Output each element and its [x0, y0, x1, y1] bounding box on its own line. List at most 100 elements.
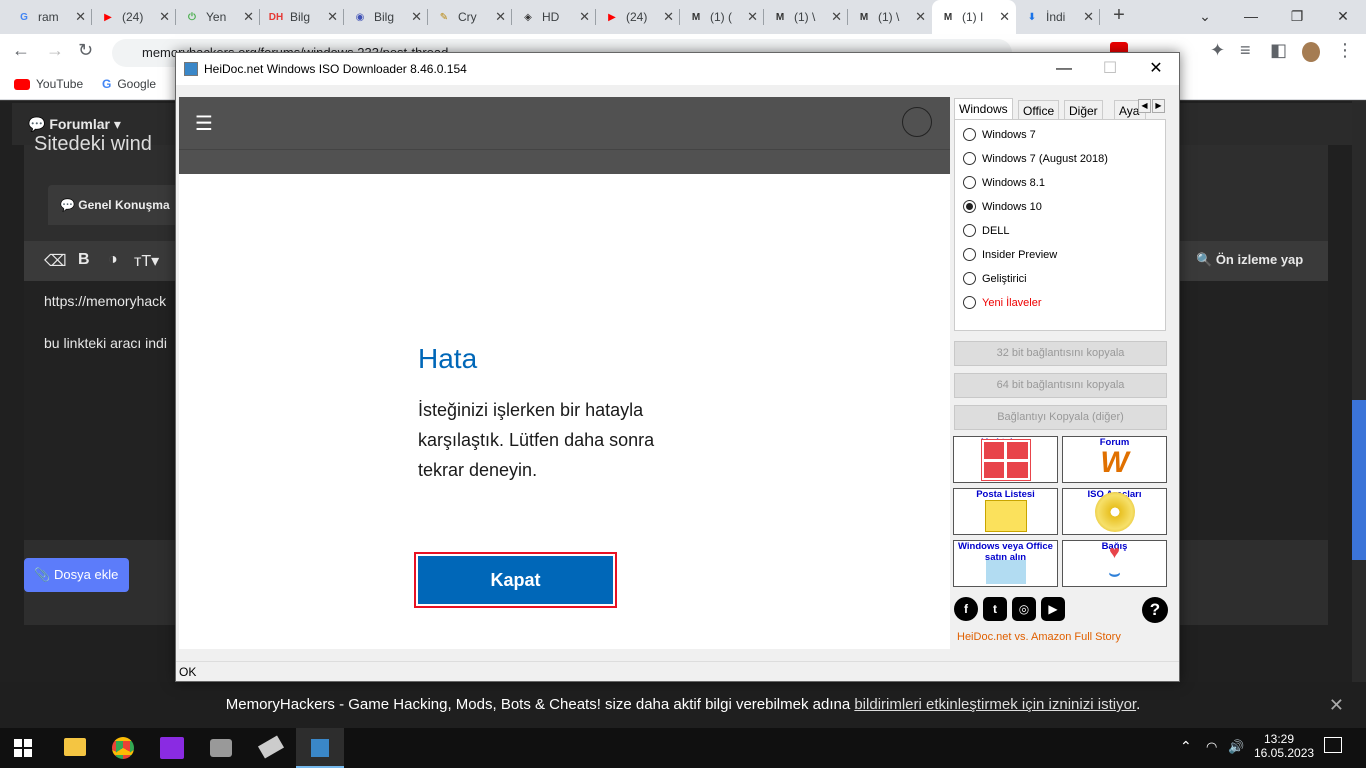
instagram-icon[interactable]: ◎ [1012, 597, 1036, 621]
option-windows-10[interactable]: Windows 10 [963, 200, 1042, 213]
tab-close-icon[interactable]: ✕ [915, 9, 926, 25]
chevron-up-icon[interactable]: ⌃ [1180, 738, 1192, 755]
palette-icon[interactable]: ◑ [108, 251, 118, 269]
preview-button[interactable]: 🔍 Ön izleme yap [1196, 252, 1303, 268]
back-icon[interactable]: ← [12, 40, 30, 61]
wifi-icon[interactable]: ◠ [1206, 739, 1217, 755]
facebook-icon[interactable]: f [954, 597, 978, 621]
option-windows-8-1[interactable]: Windows 8.1 [963, 176, 1045, 189]
close-error-button[interactable]: Kapat [418, 556, 613, 604]
hamburger-menu-icon[interactable]: ☰ [195, 111, 213, 136]
tab-general[interactable]: 💬 Genel Konuşma [48, 185, 188, 225]
browser-tab[interactable]: M (1) (✕ [680, 0, 764, 34]
media-icon[interactable]: ≡ [1240, 40, 1251, 61]
tab-search-icon[interactable]: ⌄ [1182, 0, 1228, 34]
maximize-button[interactable]: ☐ [1087, 53, 1133, 85]
scrollbar-thumb[interactable] [1352, 400, 1366, 560]
disk-tool-icon[interactable] [210, 739, 232, 757]
buy-windows-office-tile[interactable]: Windows veya Office satın alın [953, 540, 1058, 587]
youtube-icon[interactable]: ▶ [1041, 597, 1065, 621]
help-icon[interactable]: ? [1142, 597, 1168, 623]
browser-tab[interactable]: ▶ (24) ✕ [596, 0, 680, 34]
browser-tab[interactable]: ⬇ İndi ✕ [1016, 0, 1100, 34]
tab-close-icon[interactable]: ✕ [75, 9, 86, 25]
close-button[interactable]: ✕ [1133, 53, 1179, 85]
winrar-icon[interactable] [160, 737, 184, 759]
browser-tab[interactable]: ⏻ Yen ✕ [176, 0, 260, 34]
volume-icon[interactable]: 🔊 [1228, 739, 1244, 755]
bold-icon[interactable]: B [78, 251, 90, 269]
tab-close-icon[interactable]: ✕ [999, 9, 1010, 25]
browser-tab[interactable]: ◈ HD ✕ [512, 0, 596, 34]
menu-icon[interactable]: ⋮ [1336, 40, 1354, 61]
file-explorer-icon[interactable] [64, 738, 86, 756]
tab-close-icon[interactable]: ✕ [411, 9, 422, 25]
minimize-button[interactable]: — [1228, 0, 1274, 34]
usb-tool-icon[interactable] [257, 735, 285, 759]
chrome-icon[interactable] [112, 737, 134, 759]
browser-tab[interactable]: DH Bilg ✕ [260, 0, 344, 34]
text-size-icon[interactable]: тT▾ [134, 251, 159, 271]
copy-64bit-link-button[interactable]: 64 bit bağlantısını kopyala [954, 373, 1167, 398]
browser-tab[interactable]: M (1) I ✕ [932, 0, 1016, 34]
tab-close-icon[interactable]: ✕ [747, 9, 758, 25]
page-scrollbar[interactable] [1352, 101, 1366, 682]
tab-close-icon[interactable]: ✕ [159, 9, 170, 25]
iso-tools-tile[interactable]: ISO Araçları [1062, 488, 1167, 535]
notification-center-icon[interactable] [1324, 737, 1342, 753]
extensions-puzzle-icon[interactable]: ✦ [1210, 40, 1225, 61]
minimize-button[interactable]: — [1041, 53, 1087, 85]
tab-close-icon[interactable]: ✕ [1083, 9, 1094, 25]
tab-close-icon[interactable]: ✕ [663, 9, 674, 25]
iso-downloader-taskbar-icon[interactable] [296, 728, 344, 768]
copy-32bit-link-button[interactable]: 32 bit bağlantısını kopyala [954, 341, 1167, 366]
attach-file-button[interactable]: 📎 Dosya ekle [24, 558, 129, 592]
option-developer[interactable]: Geliştirici [963, 272, 1027, 285]
tab-windows[interactable]: Windows [954, 98, 1013, 119]
tab-close-icon[interactable]: ✕ [495, 9, 506, 25]
browser-tab[interactable]: ◉ Bilg ✕ [344, 0, 428, 34]
browser-tab[interactable]: Gram ✕ [8, 0, 92, 34]
twitter-icon[interactable]: t [983, 597, 1007, 621]
reload-icon[interactable]: ↻ [78, 40, 93, 61]
mailing-list-tile[interactable]: Posta Listesi [953, 488, 1058, 535]
forward-icon[interactable]: → [46, 40, 64, 61]
tab-scroll-right-icon[interactable]: ▶ [1152, 99, 1165, 113]
forum-tile[interactable]: Forum W [1062, 436, 1167, 483]
restore-button[interactable]: ❐ [1274, 0, 1320, 34]
browser-tab[interactable]: ✎ Cry ✕ [428, 0, 512, 34]
option-new-additions[interactable]: Yeni İlaveler [963, 296, 1042, 309]
browser-tab[interactable]: ▶ (24) ✕ [92, 0, 176, 34]
browser-tab[interactable]: M (1) \ ✕ [764, 0, 848, 34]
tab-close-icon[interactable]: ✕ [327, 9, 338, 25]
account-icon[interactable] [902, 107, 932, 137]
notification-link[interactable]: bildirimleri etkinleştirmek için izniniz… [854, 696, 1136, 713]
tab-scroll-left-icon[interactable]: ◀ [1138, 99, 1151, 113]
tab-close-icon[interactable]: ✕ [831, 9, 842, 25]
notification-close-icon[interactable]: ✕ [1329, 682, 1344, 728]
side-panel-icon[interactable]: ◧ [1270, 40, 1287, 61]
database-tile[interactable]: Veri tabanı [953, 436, 1058, 483]
option-windows-7[interactable]: Windows 7 [963, 128, 1036, 141]
option-windows-7-august-2018[interactable]: Windows 7 (August 2018) [963, 152, 1108, 165]
option-dell[interactable]: DELL [963, 224, 1010, 237]
copy-other-link-button[interactable]: Bağlantıyı Kopyala (diğer) [954, 405, 1167, 430]
tab-other[interactable]: Diğer [1064, 100, 1103, 119]
new-tab-button[interactable]: + [1108, 4, 1130, 30]
forums-menu[interactable]: 💬 Forumlar ▾ [28, 116, 121, 133]
amazon-story-link[interactable]: HeiDoc.net vs. Amazon Full Story [957, 631, 1121, 643]
clock[interactable]: 13:29 16.05.2023 [1254, 732, 1314, 760]
thread-title-input[interactable]: Sitedeki wind [34, 133, 152, 156]
bookmark-youtube[interactable]: YouTube [14, 77, 83, 91]
tab-office[interactable]: Office [1018, 100, 1060, 119]
tab-close-icon[interactable]: ✕ [243, 9, 254, 25]
eraser-icon[interactable]: ⌫ [44, 251, 67, 271]
browser-tab[interactable]: M (1) \ ✕ [848, 0, 932, 34]
bookmark-google[interactable]: G Google [102, 77, 156, 91]
donate-tile[interactable]: Bağış ♥ ⌣ [1062, 540, 1167, 587]
close-button[interactable]: ✕ [1320, 0, 1366, 34]
windows-start-icon[interactable] [14, 739, 32, 757]
option-insider-preview[interactable]: Insider Preview [963, 248, 1057, 261]
profile-avatar[interactable] [1302, 42, 1320, 62]
tab-close-icon[interactable]: ✕ [579, 9, 590, 25]
